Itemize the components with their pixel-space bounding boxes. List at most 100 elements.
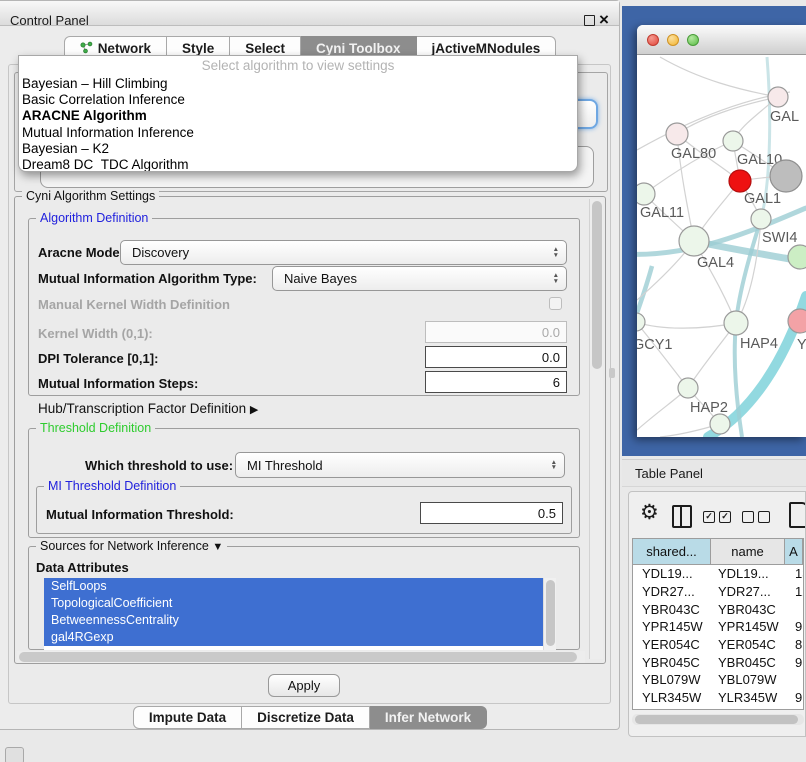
- table-cell: 9.: [785, 655, 803, 670]
- sources-group-title[interactable]: Sources for Network Inference ▼: [36, 539, 227, 553]
- algorithm-dropdown-list: Select algorithm to view settings Bayesi…: [18, 55, 578, 172]
- aracne-mode-label: Aracne Mode:: [38, 245, 124, 260]
- combo-stepper-icon: ▲▼: [551, 453, 557, 477]
- table-row[interactable]: YER054CYER054C8.: [633, 636, 803, 654]
- table-panel-header[interactable]: Table Panel: [622, 459, 806, 487]
- threshold-definition-title: Threshold Definition: [36, 421, 155, 435]
- column-header-name[interactable]: name: [711, 539, 785, 564]
- table-row[interactable]: YBL079WYBL079W: [633, 671, 803, 689]
- algorithm-option-dream8-dc-tdc-algorithm[interactable]: Dream8 DC_TDC Algorithm: [19, 157, 577, 172]
- minimized-panel-icon[interactable]: [5, 747, 24, 762]
- table-row[interactable]: YPR145WYPR145W9.: [633, 618, 803, 636]
- table-horizontal-scrollbar[interactable]: [632, 714, 804, 725]
- mi-type-label: Mutual Information Algorithm Type:: [38, 271, 257, 286]
- combo-stepper-icon: ▲▼: [553, 241, 559, 264]
- tab-label: Network: [98, 41, 151, 56]
- scrollbar-thumb[interactable]: [592, 201, 602, 369]
- settings-horizontal-scrollbar[interactable]: [17, 651, 585, 663]
- table-row[interactable]: YDR27...YDR27...12: [633, 583, 803, 601]
- attribute-item-topologicalcoefficient[interactable]: TopologicalCoefficient: [44, 595, 548, 612]
- collapse-down-icon: ▼: [212, 541, 223, 553]
- dropdown-options: Bayesian – Hill ClimbingBasic Correlatio…: [19, 76, 577, 172]
- column-header-shared[interactable]: shared...: [633, 539, 711, 564]
- algorithm-option-mutual-information-inference[interactable]: Mutual Information Inference: [19, 125, 577, 141]
- attributes-scrollbar[interactable]: [543, 578, 556, 650]
- tab-label: Select: [245, 41, 285, 56]
- control-panel-titlebar[interactable]: Control Panel ×: [0, 1, 619, 26]
- mi-type-combo[interactable]: Naive Bayes ▲▼: [272, 266, 567, 291]
- window-minimize-icon[interactable]: [667, 34, 679, 46]
- tab-label: Impute Data: [149, 710, 226, 725]
- column-header-a[interactable]: A: [785, 539, 803, 564]
- settings-vertical-scrollbar[interactable]: [589, 199, 603, 659]
- algorithm-option-bayesian-hill-climbing[interactable]: Bayesian – Hill Climbing: [19, 76, 577, 92]
- aracne-mode-combo[interactable]: Discovery ▲▼: [120, 240, 567, 265]
- table-panel-title: Table Panel: [635, 466, 703, 481]
- select-all-checkbox-icon[interactable]: ✓: [719, 511, 731, 523]
- splitter-handle[interactable]: [609, 368, 615, 378]
- float-panel-icon[interactable]: [584, 15, 595, 26]
- network-window-titlebar[interactable]: [637, 25, 806, 55]
- scrollbar-thumb[interactable]: [546, 580, 555, 646]
- document-icon[interactable]: [789, 502, 806, 528]
- collapse-right-icon: ▶: [250, 404, 258, 416]
- tab-label: jActiveMNodules: [432, 41, 541, 56]
- table-cell: YBL079W: [633, 672, 711, 687]
- network-window[interactable]: [637, 25, 806, 437]
- scrollbar-thumb[interactable]: [19, 652, 577, 662]
- deselect-checkbox-icon[interactable]: [742, 511, 754, 523]
- table-cell: YDL19...: [633, 566, 711, 581]
- attribute-item-betweennesscentrality[interactable]: BetweennessCentrality: [44, 612, 548, 629]
- hub-definition-toggle[interactable]: Hub/Transcription Factor Definition ▶: [38, 401, 258, 416]
- dpi-tolerance-input[interactable]: 0.0: [425, 346, 567, 368]
- table-toolbar: ⚙ ✓ ✓: [629, 492, 805, 538]
- table-row[interactable]: YBR043CYBR043C: [633, 600, 803, 618]
- mi-steps-input[interactable]: 6: [425, 371, 567, 393]
- deselect-checkbox-icon[interactable]: [758, 511, 770, 523]
- manual-kernel-checkbox[interactable]: [549, 297, 562, 310]
- table-cell: YPR145W: [633, 619, 711, 634]
- bottom-tab-impute-data[interactable]: Impute Data: [133, 706, 242, 729]
- tab-label: Infer Network: [385, 710, 471, 725]
- apply-button[interactable]: Apply: [268, 674, 340, 697]
- algorithm-option-aracne-algorithm[interactable]: ARACNE Algorithm: [19, 108, 577, 124]
- table-body: YDL19...YDL19...13YDR27...YDR27...12YBR0…: [633, 565, 803, 710]
- table-row[interactable]: YDL19...YDL19...13: [633, 565, 803, 583]
- table-header-row: shared...nameA: [633, 539, 803, 565]
- table-cell: YDR27...: [633, 584, 711, 599]
- bottom-tab-infer-network[interactable]: Infer Network: [370, 706, 487, 729]
- gear-icon[interactable]: ⚙: [640, 500, 659, 525]
- kernel-width-input[interactable]: 0.0: [425, 321, 567, 343]
- scrollbar-thumb[interactable]: [635, 715, 798, 724]
- select-all-checkbox-icon[interactable]: ✓: [703, 511, 715, 523]
- table-cell: 13: [785, 566, 803, 581]
- table-panel: ⚙ ✓ ✓ shared...nameA YDL19...YDL19...13Y…: [628, 491, 806, 737]
- algorithm-option-basic-correlation-inference[interactable]: Basic Correlation Inference: [19, 92, 577, 108]
- table-cell: YBL079W: [711, 672, 785, 687]
- table-row[interactable]: YIL052CYIL052C9: [633, 707, 803, 711]
- sources-title-text: Sources for Network Inference: [40, 539, 209, 553]
- mi-threshold-input[interactable]: 0.5: [420, 502, 563, 524]
- algorithm-option-bayesian-k2[interactable]: Bayesian – K2: [19, 141, 577, 157]
- data-attributes-list[interactable]: SelfLoopsTopologicalCoefficientBetweenne…: [44, 578, 556, 650]
- aracne-mode-value: Discovery: [132, 245, 189, 260]
- table-row[interactable]: YLR345WYLR345W9.: [633, 689, 803, 707]
- table-cell: YBR043C: [633, 602, 711, 617]
- mi-threshold-label: Mutual Information Threshold:: [46, 507, 234, 522]
- table-cell: YDR27...: [711, 584, 785, 599]
- table-row[interactable]: YBR045CYBR045C9.: [633, 653, 803, 671]
- window-close-icon[interactable]: [647, 34, 659, 46]
- window-zoom-icon[interactable]: [687, 34, 699, 46]
- close-panel-icon[interactable]: ×: [599, 9, 609, 31]
- attribute-item-gal4rgexp[interactable]: gal4RGexp: [44, 629, 548, 646]
- table-cell: 8.: [785, 637, 803, 652]
- table-cell: YLR345W: [711, 690, 785, 705]
- bottom-tab-discretize-data[interactable]: Discretize Data: [242, 706, 370, 729]
- table-cell: YDL19...: [711, 566, 785, 581]
- column-layout-icon[interactable]: [672, 505, 692, 528]
- hub-definition-label: Hub/Transcription Factor Definition: [38, 401, 246, 416]
- attribute-item-selfloops[interactable]: SelfLoops: [44, 578, 548, 595]
- which-threshold-combo[interactable]: MI Threshold ▲▼: [235, 452, 565, 478]
- which-threshold-value: MI Threshold: [247, 458, 323, 473]
- table-cell: YIL052C: [711, 708, 785, 710]
